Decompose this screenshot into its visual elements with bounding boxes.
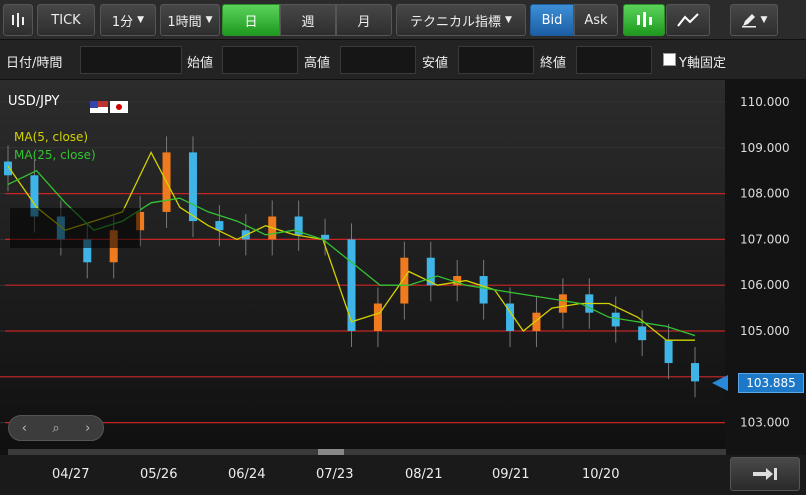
chart-type-button[interactable]: [3, 4, 33, 36]
line-chart-button[interactable]: [666, 4, 710, 36]
candlestick-chart-button[interactable]: [623, 4, 665, 36]
jump-to-latest-button[interactable]: [730, 457, 800, 491]
ohlc-bar: 日付/時間 始値 高値 安値 終値 Y軸固定: [0, 40, 806, 80]
pen-icon: [741, 14, 756, 28]
ask-button[interactable]: Ask: [574, 4, 618, 36]
date-tick: 07/23: [316, 467, 354, 482]
open-label: 始値: [187, 56, 214, 71]
candle-body: [664, 340, 673, 364]
period-month-button[interactable]: 月: [336, 4, 392, 36]
us-flag-icon: [90, 100, 108, 113]
candlestick-chart[interactable]: 110.000 109.000 108.000 107.000 106.000 105.0…: [0, 80, 806, 460]
bid-button[interactable]: Bid: [530, 4, 574, 36]
period-day-button[interactable]: 日: [222, 4, 280, 36]
candle-body: [347, 239, 356, 331]
price-marker-icon: [712, 375, 728, 391]
candle-body: [215, 221, 224, 231]
yaxis-fix-checkbox[interactable]: [663, 53, 676, 66]
close-label: 終値: [540, 56, 567, 71]
dropdown-arrow-icon: ▼: [505, 15, 512, 25]
price-tick-label: 110.000: [740, 95, 790, 109]
candle-body: [373, 303, 382, 331]
dropdown-arrow-icon: ▼: [760, 15, 768, 25]
low-value: [458, 46, 534, 74]
toolbar: TICK 1分 ▼ 1時間 ▼ 日 週 月 テクニカル指標 ▼ Bid Ask ▼: [0, 0, 806, 40]
candle-body: [479, 276, 488, 304]
close-value: [576, 46, 652, 74]
currency-flags: [90, 96, 130, 115]
open-value: [222, 46, 298, 74]
low-label: 安値: [422, 56, 449, 71]
chart-area[interactable]: 110.000 109.000 108.000 107.000 106.000 105.0…: [0, 80, 806, 460]
candle-body: [558, 294, 567, 313]
candlestick-icon: [12, 13, 24, 27]
candle-body: [4, 161, 12, 176]
date-tick: 09/21: [492, 467, 530, 482]
technical-indicator-dropdown[interactable]: テクニカル指標 ▼: [396, 4, 526, 36]
candlestick-icon: [637, 12, 652, 27]
date-tick: 08/21: [405, 467, 443, 482]
current-price-tag: 103.885: [738, 373, 804, 393]
scroll-right-icon[interactable]: ›: [85, 421, 90, 436]
dropdown-arrow-icon: ▼: [205, 15, 213, 25]
jp-flag-icon: [110, 100, 128, 113]
date-axis: 04/27 05/26 06/24 07/23 08/21 09/21 10/2…: [0, 455, 806, 495]
interval-1m-dropdown[interactable]: 1分 ▼: [100, 4, 156, 36]
price-tick-label: 103.000: [740, 416, 790, 430]
candle-body: [188, 152, 197, 222]
high-label: 高値: [304, 56, 331, 71]
symbol-label: USD/JPY: [8, 94, 60, 109]
legend-background: [10, 208, 140, 248]
candle-body: [611, 312, 620, 327]
date-tick: 06/24: [228, 467, 266, 482]
scroll-left-icon[interactable]: ‹: [22, 421, 27, 436]
price-tick-label: 105.000: [740, 324, 790, 338]
date-tick: 10/20: [582, 467, 620, 482]
price-tick-label: 107.000: [740, 232, 790, 246]
price-tick-label: 106.000: [740, 278, 790, 292]
candle-body: [691, 363, 699, 382]
ma5-legend: MA(5, close): [14, 130, 89, 144]
interval-1h-dropdown[interactable]: 1時間 ▼: [160, 4, 220, 36]
line-chart-icon: [677, 13, 699, 27]
price-tick-label: 108.000: [740, 187, 790, 201]
datetime-label: 日付/時間: [6, 56, 63, 71]
high-value: [340, 46, 416, 74]
arrow-to-end-icon: [753, 468, 777, 480]
tick-button[interactable]: TICK: [37, 4, 95, 36]
datetime-value: [80, 46, 182, 74]
ma25-legend: MA(25, close): [14, 148, 96, 162]
magnifier-icon[interactable]: ⌕: [52, 421, 59, 436]
price-tick-label: 109.000: [740, 141, 790, 155]
date-tick: 05/26: [140, 467, 178, 482]
zoom-control: ‹ ⌕ ›: [8, 415, 104, 441]
candle-body: [638, 326, 647, 341]
period-week-button[interactable]: 週: [280, 4, 336, 36]
draw-tool-dropdown[interactable]: ▼: [730, 4, 778, 36]
date-tick: 04/27: [52, 467, 90, 482]
candle-body: [400, 257, 409, 304]
yaxis-fix-label: Y軸固定: [679, 56, 726, 71]
dropdown-arrow-icon: ▼: [137, 15, 145, 25]
candle-body: [532, 312, 541, 331]
